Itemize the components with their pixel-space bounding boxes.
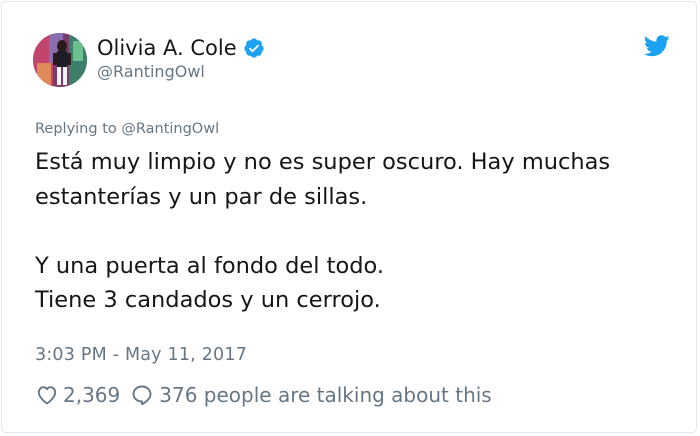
avatar-image (33, 33, 87, 87)
avatar[interactable] (33, 33, 87, 87)
twitter-bird-icon[interactable] (644, 35, 670, 57)
tweet-line: estanterías y un par de sillas. (35, 183, 368, 210)
tweet-card: Olivia A. Cole @RantingOwl Replying to @… (1, 1, 697, 433)
verified-badge-icon (243, 38, 264, 58)
like-count[interactable]: 2,369 (63, 383, 120, 407)
replying-to-label: Replying to @RantingOwl (35, 121, 220, 137)
author-handle[interactable]: @RantingOwl (97, 62, 205, 81)
heart-icon[interactable] (35, 383, 59, 407)
tweet-line: Está muy limpio y no es super oscuro. Ha… (35, 149, 611, 175)
tweet-line: Tiene 3 candados y un cerrojo. (35, 287, 381, 313)
tweet-text: Está muy limpio y no es super oscuro. Ha… (35, 145, 675, 318)
speech-bubble-icon[interactable] (130, 383, 154, 407)
author-display-name[interactable]: Olivia A. Cole (97, 36, 237, 60)
tweet-timestamp[interactable]: 3:03 PM - May 11, 2017 (35, 345, 247, 365)
tweet-actions: 2,369 376 people are talking about this (35, 380, 492, 410)
author-name-row[interactable]: Olivia A. Cole (97, 33, 265, 63)
talking-about-label[interactable]: 376 people are talking about this (159, 383, 491, 407)
tweet-line: Y una puerta al fondo del todo. (35, 252, 385, 279)
